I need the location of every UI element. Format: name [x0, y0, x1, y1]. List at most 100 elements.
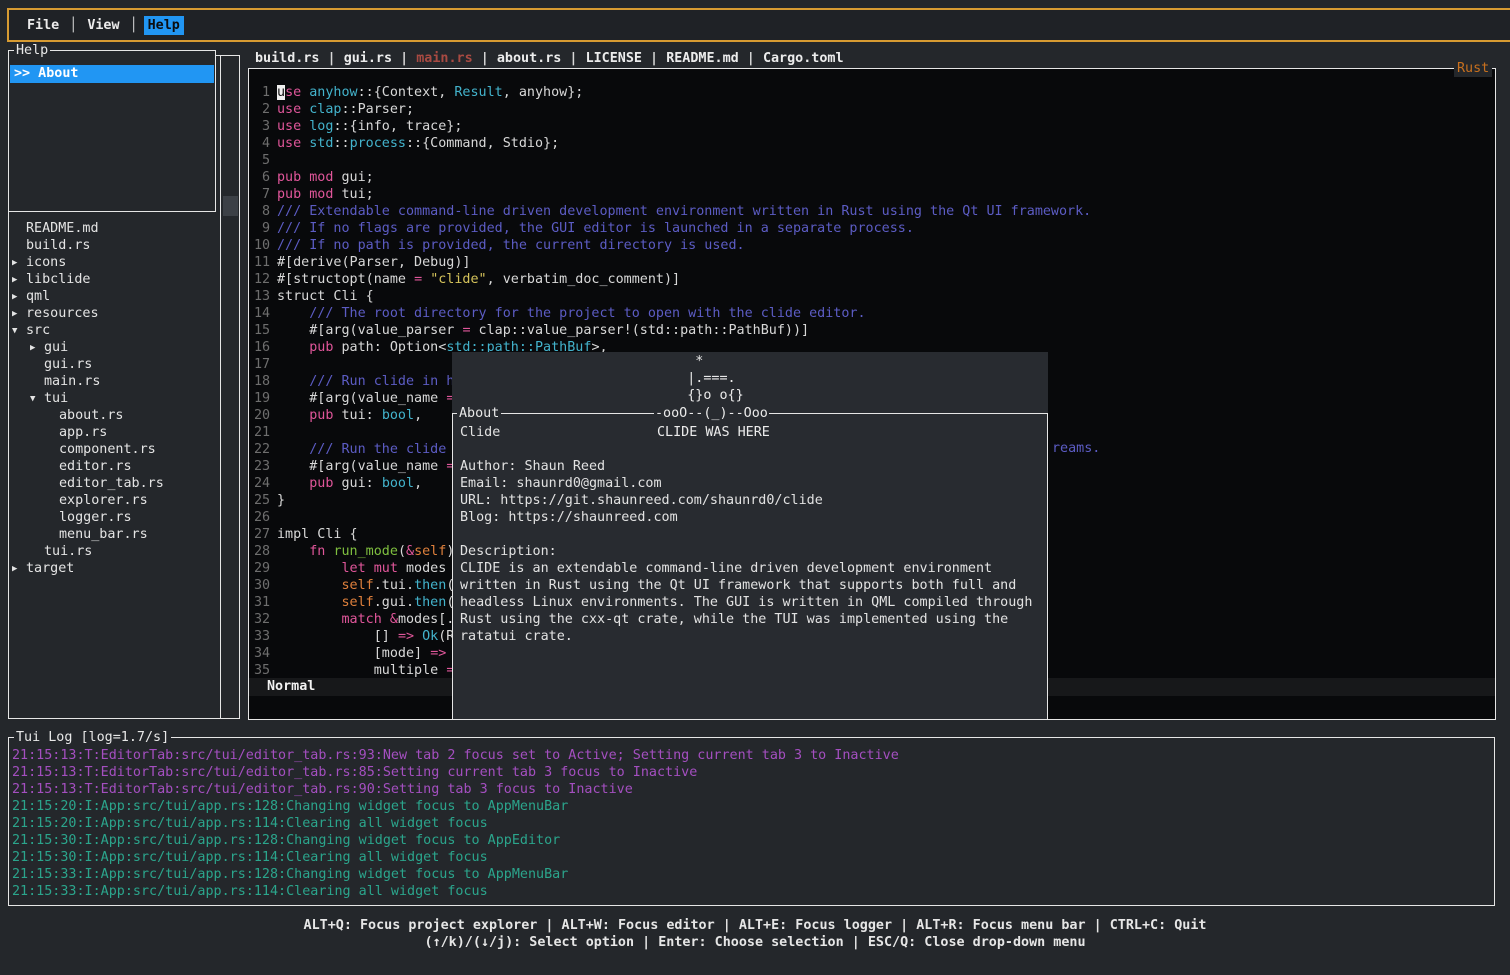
log-panel-title: Tui Log [log=1.7/s]	[14, 729, 171, 746]
code-token: Ok	[422, 629, 438, 644]
tree-item-logger-rs[interactable]: logger.rs	[45, 509, 132, 526]
tree-item-src[interactable]: ▼src	[12, 322, 50, 339]
menu-item-view[interactable]: View	[83, 16, 123, 35]
tree-item-libclide[interactable]: ▶libclide	[12, 271, 91, 288]
tree-item-label: gui.rs	[44, 357, 92, 372]
tree-item-label: editor.rs	[59, 459, 132, 474]
tab-license[interactable]: LICENSE	[586, 51, 642, 66]
comment-overflow-fragment: reams.	[1052, 440, 1100, 457]
line-number: 19	[254, 390, 270, 407]
chevron-right-icon[interactable]: ▶	[30, 340, 44, 357]
tree-item-resources[interactable]: ▶resources	[12, 305, 99, 322]
tree-item-icons[interactable]: ▶icons	[12, 254, 66, 271]
about-content-line: URL: https://git.shaunreed.com/shaunrd0/…	[460, 492, 1041, 509]
code-line: 2use clap::Parser;	[254, 101, 414, 118]
chevron-down-icon[interactable]: ▼	[12, 323, 26, 340]
code-token: bool	[382, 476, 414, 491]
tree-item-gui[interactable]: ▶gui	[30, 339, 68, 356]
code-token: /// Run clide in h	[277, 374, 454, 389]
tree-item-editor-tab-rs[interactable]: editor_tab.rs	[45, 475, 164, 492]
tree-item-label: README.md	[26, 221, 99, 236]
tree-item-build-rs[interactable]: build.rs	[12, 237, 91, 254]
code-line: 23 #[arg(value_name =	[254, 458, 454, 475]
code-token: }	[277, 493, 285, 508]
tree-item-target[interactable]: ▶target	[12, 560, 74, 577]
code-token: =	[462, 323, 470, 338]
tree-item-label: qml	[26, 289, 50, 304]
language-badge: Rust	[1454, 60, 1492, 77]
tab-readme-md[interactable]: README.md	[666, 51, 739, 66]
log-entry: 21:15:13:T:EditorTab:src/tui/editor_tab.…	[12, 747, 899, 764]
explorer-scrollbar-track[interactable]	[220, 55, 240, 719]
code-token: std	[309, 136, 333, 151]
menu-item-file[interactable]: File	[23, 16, 63, 35]
tree-item-label: tui	[44, 391, 68, 406]
log-entry: 21:15:13:T:EditorTab:src/tui/editor_tab.…	[12, 764, 697, 781]
code-token: ::{info, trace};	[333, 119, 462, 134]
code-token: /// If no flags are provided, the GUI ed…	[277, 221, 914, 236]
code-token: , anyhow};	[503, 85, 584, 100]
tree-item-qml[interactable]: ▶qml	[12, 288, 50, 305]
code-token: log	[309, 119, 333, 134]
line-number: 1	[254, 84, 270, 101]
code-token: pub	[309, 408, 333, 423]
line-number: 6	[254, 169, 270, 186]
chevron-right-icon[interactable]: ▶	[12, 289, 26, 306]
tree-item-main-rs[interactable]: main.rs	[30, 373, 100, 390]
tree-item-label: main.rs	[44, 374, 100, 389]
chevron-right-icon[interactable]: ▶	[12, 561, 26, 578]
code-token: pub	[309, 476, 333, 491]
line-number: 31	[254, 594, 270, 611]
code-token: use	[277, 119, 301, 134]
tree-item-gui-rs[interactable]: gui.rs	[30, 356, 92, 373]
line-number: 4	[254, 135, 270, 152]
tab-cargo-toml[interactable]: Cargo.toml	[763, 51, 844, 66]
code-token: []	[277, 629, 398, 644]
code-line: 26	[254, 509, 277, 526]
menu-item-help[interactable]: Help	[144, 16, 184, 35]
tree-item-menu-bar-rs[interactable]: menu_bar.rs	[45, 526, 148, 543]
code-token: /// If no path is provided, the current …	[277, 238, 745, 253]
tree-item-explorer-rs[interactable]: explorer.rs	[45, 492, 148, 509]
tree-item-readme-md[interactable]: README.md	[12, 220, 99, 237]
code-line: 25}	[254, 492, 285, 509]
chevron-right-icon[interactable]: ▶	[12, 306, 26, 323]
tab-build-rs[interactable]: build.rs	[255, 51, 320, 66]
line-number: 7	[254, 186, 270, 203]
tree-item-tui[interactable]: ▼tui	[30, 390, 68, 407]
code-token	[277, 612, 342, 627]
about-content-line: Clide	[460, 424, 1041, 441]
explorer-scrollbar-thumb[interactable]	[223, 196, 238, 216]
line-number: 23	[254, 458, 270, 475]
line-number: 34	[254, 645, 270, 662]
log-entry: 21:15:30:I:App:src/tui/app.rs:128:Changi…	[12, 832, 560, 849]
ascii-art-figure: * |.===. {}o o{}	[655, 353, 744, 404]
code-token: multiple	[277, 663, 446, 678]
tree-item-app-rs[interactable]: app.rs	[45, 424, 107, 441]
code-token: match	[342, 612, 382, 627]
tree-item-editor-rs[interactable]: editor.rs	[45, 458, 132, 475]
tree-item-label: tui.rs	[44, 544, 92, 559]
line-number: 11	[254, 254, 270, 271]
dropdown-item-about[interactable]: >> About	[10, 65, 214, 83]
chevron-right-icon[interactable]: ▶	[12, 255, 26, 272]
about-content-line: Email: shaunrd0@gmail.com	[460, 475, 1041, 492]
tree-item-tui-rs[interactable]: tui.rs	[30, 543, 92, 560]
line-number: 26	[254, 509, 270, 526]
tree-item-label: gui	[44, 340, 68, 355]
code-token: ::{Command, Stdio};	[406, 136, 559, 151]
tab-main-rs[interactable]: main.rs	[416, 51, 472, 66]
chevron-down-icon[interactable]: ▼	[30, 391, 44, 408]
code-token: then	[414, 595, 446, 610]
tab-gui-rs[interactable]: gui.rs	[344, 51, 392, 66]
about-content-line: headless Linux environments. The GUI is …	[460, 594, 1041, 611]
tree-item-component-rs[interactable]: component.rs	[45, 441, 156, 458]
tab-about-rs[interactable]: about.rs	[497, 51, 562, 66]
log-entries: 21:15:13:T:EditorTab:src/tui/editor_tab.…	[12, 747, 1490, 903]
chevron-right-icon[interactable]: ▶	[12, 272, 26, 289]
line-number: 21	[254, 424, 270, 441]
tree-item-about-rs[interactable]: about.rs	[45, 407, 124, 424]
code-token: ::Parser;	[342, 102, 415, 117]
code-line: 8/// Extendable command-line driven deve…	[254, 203, 1091, 220]
code-token: self	[414, 544, 446, 559]
